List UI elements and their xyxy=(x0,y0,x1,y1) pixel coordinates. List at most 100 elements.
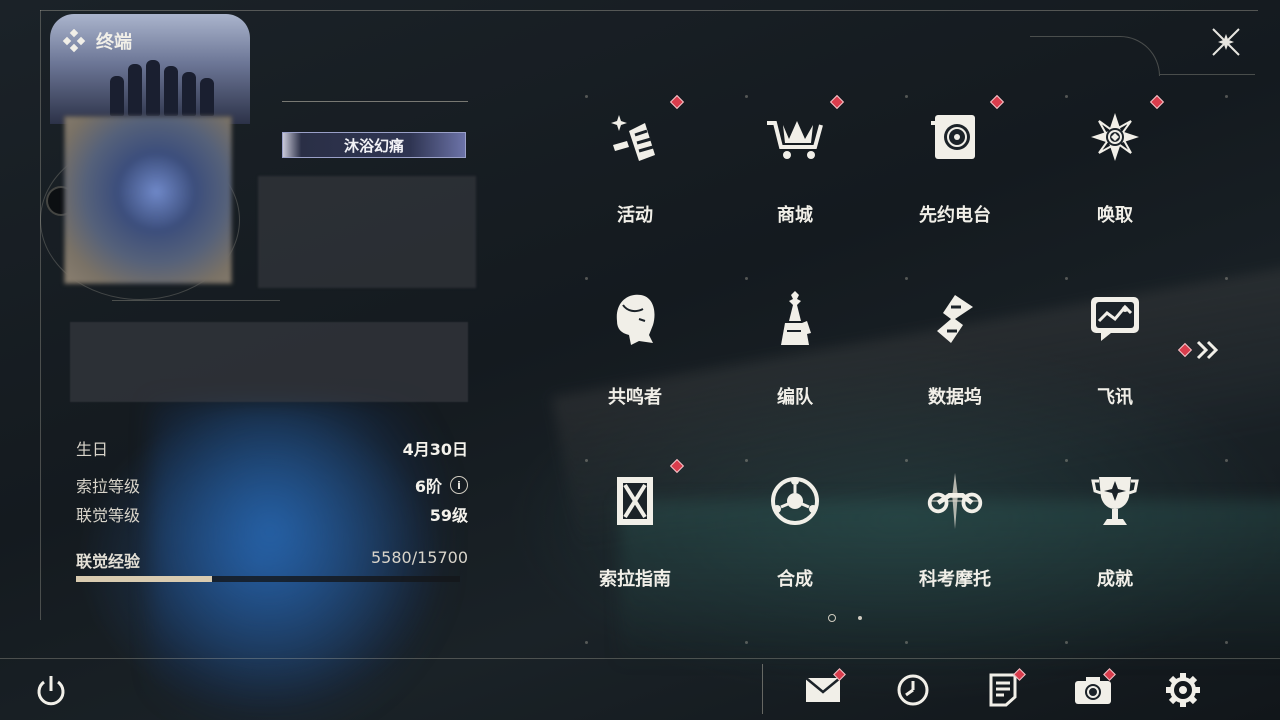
mail-button[interactable] xyxy=(804,668,846,708)
guide-book-icon xyxy=(605,471,665,531)
message-bubble-icon xyxy=(1085,289,1145,349)
info-value: 6阶 xyxy=(414,477,442,496)
grid-marker xyxy=(905,95,908,98)
settings-button[interactable] xyxy=(1164,672,1202,708)
exp-value: 5580/15700 xyxy=(370,548,468,567)
menu-item-resonators[interactable]: 共鸣者 xyxy=(555,267,715,442)
page-indicator xyxy=(828,614,862,622)
menu-item-motorbike[interactable]: 科考摩托 xyxy=(875,449,1035,624)
info-icon[interactable]: i xyxy=(450,476,468,494)
camera-icon xyxy=(1075,677,1111,704)
menu-item-label: 科考摩托 xyxy=(919,569,991,590)
menu-item-label: 编队 xyxy=(777,387,813,408)
menu-item-label: 数据坞 xyxy=(928,387,982,408)
grid-marker xyxy=(585,95,588,98)
info-label: 生日 xyxy=(76,440,109,459)
notification-dot xyxy=(989,94,1005,110)
frame-corner-curve xyxy=(1030,36,1160,76)
grid-marker xyxy=(905,641,908,644)
clock-button[interactable] xyxy=(894,672,932,708)
motorbike-icon xyxy=(925,471,985,531)
info-value: 4月30日 xyxy=(402,440,468,459)
grid-marker xyxy=(1065,459,1068,462)
grid-marker xyxy=(905,459,908,462)
frame-left-line xyxy=(40,10,41,620)
info-value: 59级 xyxy=(429,506,468,525)
grid-marker xyxy=(745,277,748,280)
grid-marker xyxy=(585,277,588,280)
frame-bottom-line xyxy=(0,658,1280,659)
avatar[interactable] xyxy=(64,116,232,284)
info-label: 联觉等级 xyxy=(76,506,141,525)
info-label: 索拉等级 xyxy=(76,477,141,496)
menu-item-label: 先约电台 xyxy=(919,205,991,226)
menu-item-messages[interactable]: 飞讯 xyxy=(1035,267,1195,442)
grid-marker xyxy=(905,277,908,280)
info-row-birthday: 生日 4月30日 xyxy=(76,432,468,464)
notification-dot xyxy=(1149,94,1165,110)
power-button[interactable] xyxy=(34,674,68,708)
next-page-button[interactable] xyxy=(1177,340,1222,360)
menu-item-radio[interactable]: 先约电台 xyxy=(875,85,1035,260)
exp-row: 联觉经验 5580/15700 xyxy=(76,548,468,572)
notes-button[interactable] xyxy=(984,668,1026,708)
title-divider xyxy=(282,101,468,102)
notification-dot xyxy=(829,94,845,110)
title-badge[interactable]: 沐浴幻痛 xyxy=(282,132,466,158)
blurred-signature[interactable] xyxy=(70,322,468,402)
notes-icon xyxy=(989,673,1017,707)
frame-top-line xyxy=(40,10,1258,11)
grid-marker xyxy=(1065,95,1068,98)
grid-marker xyxy=(1225,641,1228,644)
chess-pieces-icon xyxy=(765,289,825,349)
menu-item-label: 飞讯 xyxy=(1097,387,1133,408)
profile-info: 生日 4月30日 索拉等级 6阶 i 联觉等级 59级 联觉经验 5580/15… xyxy=(76,432,468,582)
camera-button[interactable] xyxy=(1074,668,1116,708)
menu-item-convene[interactable]: 唤取 xyxy=(1035,85,1195,260)
menu-item-label: 商城 xyxy=(777,205,813,226)
close-icon xyxy=(1212,28,1240,56)
clock-icon xyxy=(897,674,929,706)
grid-marker xyxy=(745,459,748,462)
character-portrait-icon xyxy=(605,289,665,349)
grid-marker xyxy=(585,459,588,462)
menu-item-events[interactable]: 活动 xyxy=(555,85,715,260)
page-dot-active[interactable] xyxy=(828,614,836,622)
info-row-sol-level: 索拉等级 6阶 i xyxy=(76,470,468,500)
grid-marker xyxy=(1225,459,1228,462)
page-dot[interactable] xyxy=(858,616,862,620)
menu-item-label: 唤取 xyxy=(1097,205,1133,226)
menu-item-synthesis[interactable]: 合成 xyxy=(715,449,875,624)
menu-item-label: 共鸣者 xyxy=(608,387,662,408)
grid-marker xyxy=(1225,277,1228,280)
exp-progress-bar xyxy=(76,576,460,582)
power-icon xyxy=(37,676,65,706)
notification-dot xyxy=(669,458,685,474)
notification-dot xyxy=(669,94,685,110)
menu-item-sol-guide[interactable]: 索拉指南 xyxy=(555,449,715,624)
gear-icon xyxy=(1166,673,1200,707)
trophy-icon xyxy=(1085,471,1145,531)
menu-item-achievements[interactable]: 成就 xyxy=(1035,449,1195,624)
compass-star-icon xyxy=(1085,107,1145,167)
menu-item-data-dock[interactable]: 数据坞 xyxy=(875,267,1035,442)
data-dock-icon xyxy=(925,289,985,349)
grid-marker xyxy=(1065,277,1068,280)
mail-icon xyxy=(805,677,841,702)
sparkle-flag-icon xyxy=(605,107,665,167)
bottom-divider xyxy=(762,664,763,714)
menu-item-shop[interactable]: 商城 xyxy=(715,85,875,260)
grid-marker xyxy=(1065,641,1068,644)
grid-marker xyxy=(1225,95,1228,98)
close-button[interactable] xyxy=(1206,22,1246,62)
notification-dot xyxy=(1177,342,1193,358)
title-badge-label: 沐浴幻痛 xyxy=(343,136,404,155)
menu-item-label: 合成 xyxy=(777,569,813,590)
page-title-text: 终端 xyxy=(96,32,132,53)
terminal-diamond-icon xyxy=(62,29,86,53)
grid-marker xyxy=(585,641,588,644)
menu-item-team[interactable]: 编队 xyxy=(715,267,875,442)
synthesis-orb-icon xyxy=(765,471,825,531)
frame-right-line xyxy=(1160,74,1255,75)
grid-marker xyxy=(745,641,748,644)
